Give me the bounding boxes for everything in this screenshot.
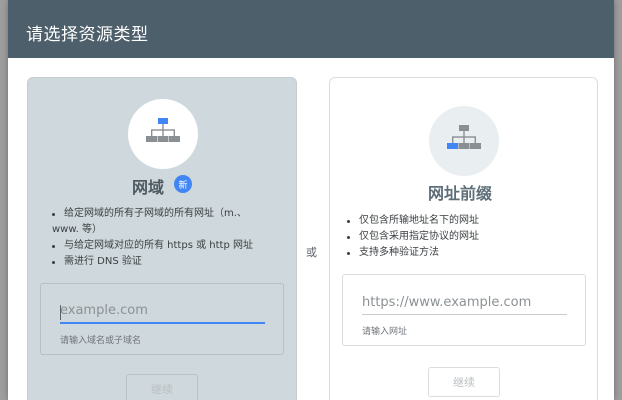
sitemap-icon [447,125,481,149]
prefix-bullet-list: 仅包含所输地址名下的网址 仅包含采用指定协议的网址 支持多种验证方法 [343,213,583,261]
list-item: 需进行 DNS 验证 [48,254,288,270]
prefix-helper-text: 请输入网址 [362,327,408,337]
list-item: 给定网域的所有子网域的所有网址（m.、 [48,206,288,222]
list-item: 仅包含采用指定协议的网址 [343,229,583,245]
prefix-continue-button[interactable]: 继续 [428,367,500,397]
domain-input-box: 请输入域名或子域名 [40,283,284,355]
resource-type-dialog: 请选择资源类型 网域 新 给定网域的所有子网域的所有网址（m.、 www. 等）… [8,0,614,400]
domain-icon-circle [128,99,198,169]
sitemap-icon [146,118,180,142]
new-badge: 新 [174,175,192,193]
domain-input[interactable] [60,303,265,324]
list-item: 与给定网域对应的所有 https 或 http 网址 [48,238,288,254]
list-item: 仅包含所输地址名下的网址 [343,213,583,229]
url-prefix-title: 网址前缀 [428,184,493,203]
dialog-header: 请选择资源类型 [8,0,614,58]
or-separator: 或 [306,246,317,259]
domain-helper-text: 请输入域名或子域名 [60,336,142,346]
url-prefix-card[interactable]: 网址前缀 仅包含所输地址名下的网址 仅包含采用指定协议的网址 支持多种验证方法 … [329,77,598,400]
domain-continue-button[interactable]: 继续 [126,374,198,400]
prefix-icon-circle [429,106,499,176]
prefix-input-box: 请输入网址 [342,274,586,346]
domain-card[interactable]: 网域 新 给定网域的所有子网域的所有网址（m.、 www. 等） 与给定网域对应… [27,77,297,400]
domain-title: 网域 [132,178,165,197]
list-item: 支持多种验证方法 [343,245,583,261]
url-prefix-input[interactable] [362,295,567,315]
domain-bullet-list: 给定网域的所有子网域的所有网址（m.、 www. 等） 与给定网域对应的所有 h… [48,206,288,270]
dialog-title: 请选择资源类型 [26,25,149,45]
list-item: www. 等） [52,224,102,235]
text-cursor [60,305,61,320]
